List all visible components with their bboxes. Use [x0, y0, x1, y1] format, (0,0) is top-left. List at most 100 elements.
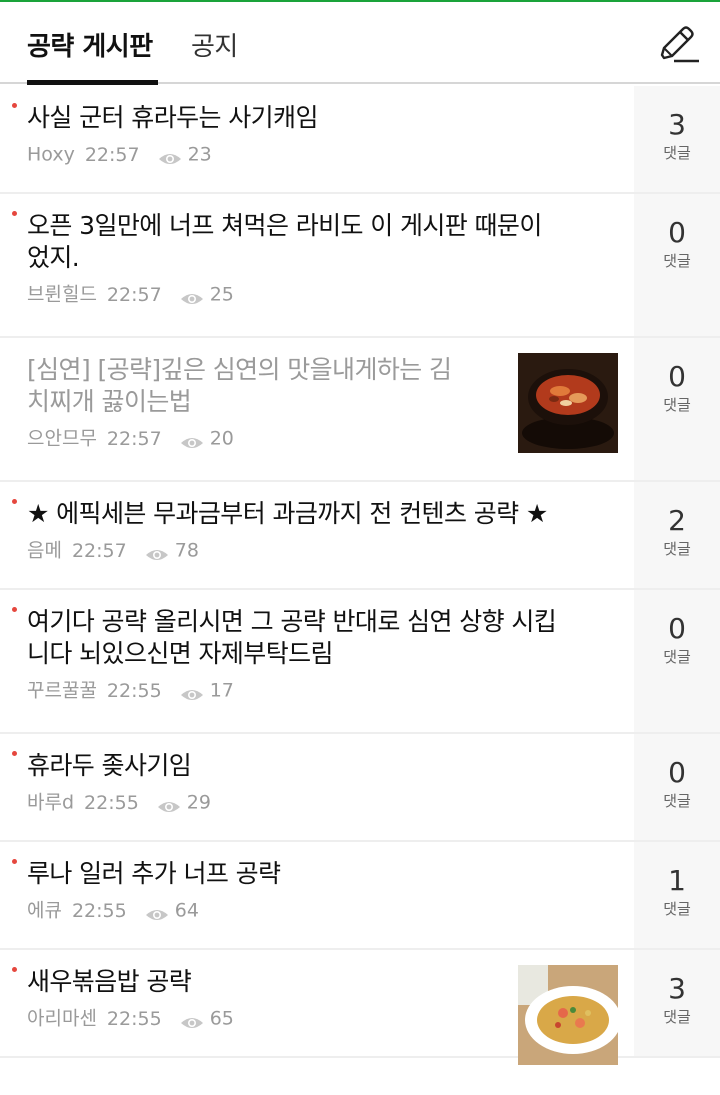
post-row[interactable]: 새우볶음밥 공략 아리마센 22:55 65 3 댓글 [0, 950, 720, 1065]
comment-count: 0 [668, 216, 686, 249]
comment-label: 댓글 [663, 648, 691, 666]
comment-count-box[interactable]: 1 댓글 [634, 842, 720, 948]
eye-icon [180, 684, 204, 700]
post-views: 65 [209, 1007, 234, 1030]
comment-label: 댓글 [663, 252, 691, 270]
comment-count-box[interactable]: 2 댓글 [634, 482, 720, 588]
comment-label: 댓글 [663, 792, 691, 810]
post-row[interactable]: [심연] [공략]깊은 심연의 맛을내게하는 김 치찌개 끓이는법 으안므무 22:5… [0, 338, 720, 482]
post-main[interactable]: ★ 에픽세븐 무과금부터 과금까지 전 컨텐츠 공략 ★ 음메 22:57 78 [0, 482, 634, 588]
post-time: 22:57 [71, 539, 127, 562]
post-author: 에큐 [27, 899, 62, 922]
post-title-line: 루나 일러 추가 너프 공략 [27, 859, 281, 888]
post-views: 23 [187, 143, 212, 166]
write-post-button[interactable] [656, 24, 700, 64]
post-time: 22:57 [84, 143, 140, 166]
comment-count: 2 [668, 504, 686, 537]
comment-label: 댓글 [663, 900, 691, 918]
active-tab-indicator [27, 80, 158, 85]
post-views: 78 [174, 539, 199, 562]
post-row[interactable]: 여기다 공략 올리시면 그 공략 반대로 심연 상향 시킵니다 뇌있으신면 자제… [0, 590, 720, 734]
new-post-dot [12, 967, 17, 972]
post-time: 22:55 [71, 899, 127, 922]
eye-icon [180, 432, 204, 448]
post-views: 29 [186, 791, 211, 814]
post-title-line: 휴라두 좆사기임 [27, 751, 192, 780]
new-post-dot [12, 607, 17, 612]
post-time: 22:57 [106, 283, 162, 306]
post-title[interactable]: 사실 군터 휴라두는 사기캐임 [27, 102, 617, 134]
eye-icon [145, 904, 169, 920]
post-meta: 에큐 22:55 64 [27, 898, 199, 922]
post-title-line: 었지. [27, 243, 80, 272]
post-title[interactable]: 여기다 공략 올리시면 그 공략 반대로 심연 상향 시킵니다 뇌있으신면 자제… [27, 606, 617, 670]
post-title-line: 니다 뇌있으신면 자제부탁드림 [27, 639, 334, 668]
comment-label: 댓글 [663, 144, 691, 162]
post-meta: Hoxy 22:57 23 [27, 142, 212, 166]
comment-label: 댓글 [663, 396, 691, 414]
post-time: 22:55 [106, 1007, 162, 1030]
post-main[interactable]: 오픈 3일만에 너프 쳐먹은 라비도 이 게시판 때문이었지. 브륀힐드 22:57… [0, 194, 634, 336]
post-time: 22:55 [84, 791, 139, 814]
new-post-dot [12, 103, 17, 108]
post-thumbnail[interactable] [518, 965, 618, 1065]
post-main[interactable]: 여기다 공략 올리시면 그 공략 반대로 심연 상향 시킵니다 뇌있으신면 자제… [0, 590, 634, 732]
comment-count: 0 [668, 360, 686, 393]
post-row[interactable]: 사실 군터 휴라두는 사기캐임 Hoxy 22:57 23 3 댓글 [0, 86, 720, 194]
eye-icon [157, 796, 181, 812]
post-author: 음메 [27, 539, 62, 562]
post-title-line: 오픈 3일만에 너프 쳐먹은 라비도 이 게시판 때문이 [27, 211, 542, 240]
comment-count-box[interactable]: 3 댓글 [634, 950, 720, 1056]
post-list: 사실 군터 휴라두는 사기캐임 Hoxy 22:57 23 3 댓글 오픈 3일만에 너프 … [0, 86, 720, 1065]
post-meta: 아리마센 22:55 65 [27, 1006, 234, 1030]
eye-icon [145, 544, 169, 560]
post-title-line: 사실 군터 휴라두는 사기캐임 [27, 103, 318, 132]
post-author: Hoxy [27, 143, 75, 166]
post-main[interactable]: [심연] [공략]깊은 심연의 맛을내게하는 김 치찌개 끓이는법 으안므무 22:5… [0, 338, 634, 480]
post-row[interactable]: 오픈 3일만에 너프 쳐먹은 라비도 이 게시판 때문이었지. 브륀힐드 22:57… [0, 194, 720, 338]
eye-icon [180, 288, 204, 304]
post-title[interactable]: 루나 일러 추가 너프 공략 [27, 858, 617, 890]
post-views: 20 [209, 427, 234, 450]
post-title[interactable]: ★ 에픽세븐 무과금부터 과금까지 전 컨텐츠 공략 ★ [27, 498, 617, 530]
post-thumbnail[interactable] [518, 353, 618, 453]
post-meta: 바루d 22:55 29 [27, 790, 211, 814]
comment-count-box[interactable]: 0 댓글 [634, 194, 720, 336]
post-title-line: ★ 에픽세븐 무과금부터 과금까지 전 컨텐츠 공략 ★ [27, 499, 548, 528]
comment-count-box[interactable]: 0 댓글 [634, 338, 720, 480]
post-title[interactable]: [심연] [공략]깊은 심연의 맛을내게하는 김 치찌개 끓이는법 [27, 354, 507, 418]
new-post-dot [12, 859, 17, 864]
post-main[interactable]: 루나 일러 추가 너프 공략 에큐 22:55 64 [0, 842, 634, 948]
comment-count: 3 [668, 108, 686, 141]
comment-count-box[interactable]: 3 댓글 [634, 86, 720, 192]
post-row[interactable]: 루나 일러 추가 너프 공략 에큐 22:55 64 1 댓글 [0, 842, 720, 950]
tab-strategy-board[interactable]: 공략 게시판 [27, 26, 153, 63]
post-row[interactable]: ★ 에픽세븐 무과금부터 과금까지 전 컨텐츠 공략 ★ 음메 22:57 78 2 댓글 [0, 482, 720, 590]
new-post-dot [12, 751, 17, 756]
pencil-icon [660, 26, 699, 63]
post-title[interactable]: 휴라두 좆사기임 [27, 750, 617, 782]
post-main[interactable]: 휴라두 좆사기임 바루d 22:55 29 [0, 734, 634, 840]
post-meta: 으안므무 22:57 20 [27, 426, 234, 450]
post-meta: 꾸르꿀꿀 22:55 17 [27, 678, 234, 702]
comment-count-box[interactable]: 0 댓글 [634, 734, 720, 840]
comment-count-box[interactable]: 0 댓글 [634, 590, 720, 732]
eye-icon [158, 148, 182, 164]
post-author: 브륀힐드 [27, 283, 97, 306]
comment-count: 1 [668, 864, 686, 897]
post-time: 22:55 [106, 679, 162, 702]
post-time: 22:57 [106, 427, 162, 450]
post-title-line: 여기다 공략 올리시면 그 공략 반대로 심연 상향 시킵 [27, 607, 557, 636]
post-main[interactable]: 새우볶음밥 공략 아리마센 22:55 65 [0, 950, 634, 1065]
comment-count: 3 [668, 972, 686, 1005]
tab-notice[interactable]: 공지 [191, 26, 238, 63]
post-title-line: 새우볶음밥 공략 [27, 967, 192, 996]
comment-count: 0 [668, 612, 686, 645]
post-meta: 음메 22:57 78 [27, 538, 199, 562]
post-row[interactable]: 휴라두 좆사기임 바루d 22:55 29 0 댓글 [0, 734, 720, 842]
post-title[interactable]: 새우볶음밥 공략 [27, 966, 507, 998]
post-meta: 브륀힐드 22:57 25 [27, 282, 234, 306]
post-title[interactable]: 오픈 3일만에 너프 쳐먹은 라비도 이 게시판 때문이었지. [27, 210, 617, 274]
new-post-dot [12, 499, 17, 504]
post-main[interactable]: 사실 군터 휴라두는 사기캐임 Hoxy 22:57 23 [0, 86, 634, 192]
